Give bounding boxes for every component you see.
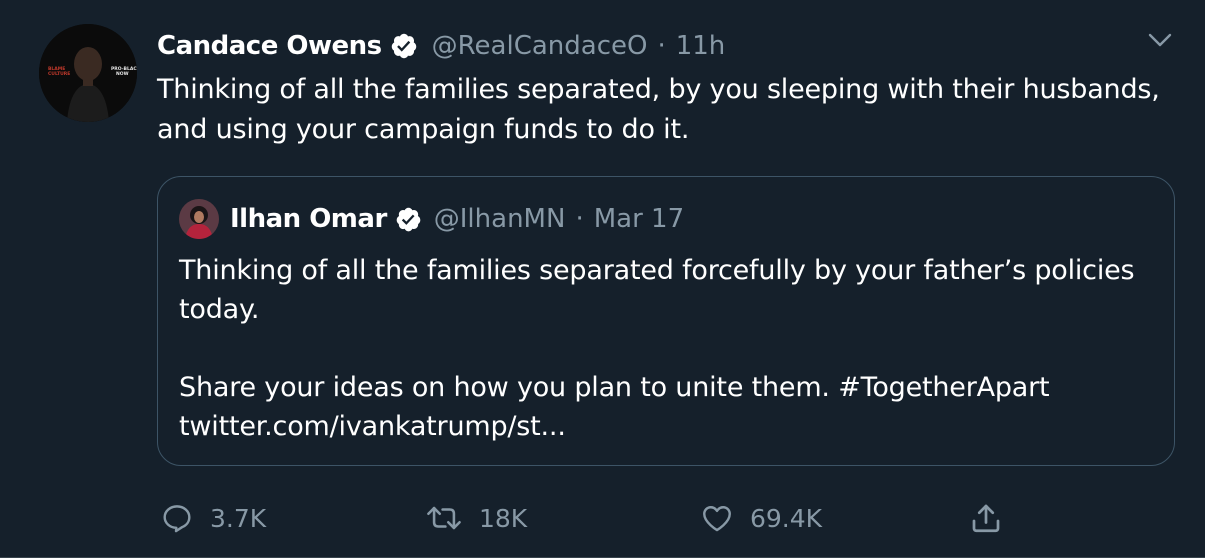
verified-icon (390, 32, 418, 60)
quoted-avatar-image (179, 199, 219, 239)
quoted-author-avatar[interactable] (179, 199, 219, 239)
tweet-actions: 3.7K 18K 69.4K (0, 496, 1205, 540)
separator: · (657, 31, 666, 61)
tweet[interactable]: BLAME CULTURE PRO-BLACK NOW Candace Owen… (0, 0, 1205, 558)
tweet-text: Thinking of all the families separated, … (157, 74, 1160, 145)
verified-icon (395, 206, 422, 233)
quoted-author-handle[interactable]: @IlhanMN (434, 204, 566, 234)
tweet-header: Candace Owens @RealCandaceO · 11h (157, 26, 725, 66)
share-icon (972, 504, 1000, 533)
retweet-button[interactable]: 18K (425, 496, 527, 540)
quoted-author-name[interactable]: Ilhan Omar (230, 204, 387, 234)
author-name[interactable]: Candace Owens (157, 31, 382, 61)
svg-text:NOW: NOW (116, 71, 129, 77)
avatar-image: BLAME CULTURE PRO-BLACK NOW (39, 24, 137, 122)
quoted-tweet-text: Thinking of all the families separated f… (179, 251, 1149, 446)
reply-button[interactable]: 3.7K (160, 496, 266, 540)
like-count: 69.4K (750, 503, 823, 533)
author-handle[interactable]: @RealCandaceO (432, 31, 648, 61)
heart-icon (703, 506, 731, 532)
retweet-icon (427, 506, 461, 530)
separator: · (575, 204, 584, 234)
chevron-down-icon[interactable] (1146, 28, 1174, 52)
like-button[interactable]: 69.4K (700, 496, 822, 540)
svg-text:CULTURE: CULTURE (48, 71, 70, 77)
quoted-tweet-timestamp[interactable]: Mar 17 (594, 204, 684, 234)
quoted-paragraph: Share your ideas on how you plan to unit… (179, 372, 1050, 442)
retweet-count: 18K (479, 503, 528, 533)
quoted-tweet[interactable]: Ilhan Omar @IlhanMN · Mar 17 Thinking of… (157, 176, 1175, 466)
reply-count: 3.7K (210, 503, 267, 533)
tweet-timestamp[interactable]: 11h (676, 31, 726, 61)
share-button[interactable] (968, 496, 1004, 540)
reply-icon (163, 505, 191, 533)
quoted-paragraph: Thinking of all the families separated f… (179, 255, 1135, 325)
author-avatar[interactable]: BLAME CULTURE PRO-BLACK NOW (39, 24, 137, 122)
quoted-tweet-header: Ilhan Omar @IlhanMN · Mar 17 (230, 199, 684, 239)
